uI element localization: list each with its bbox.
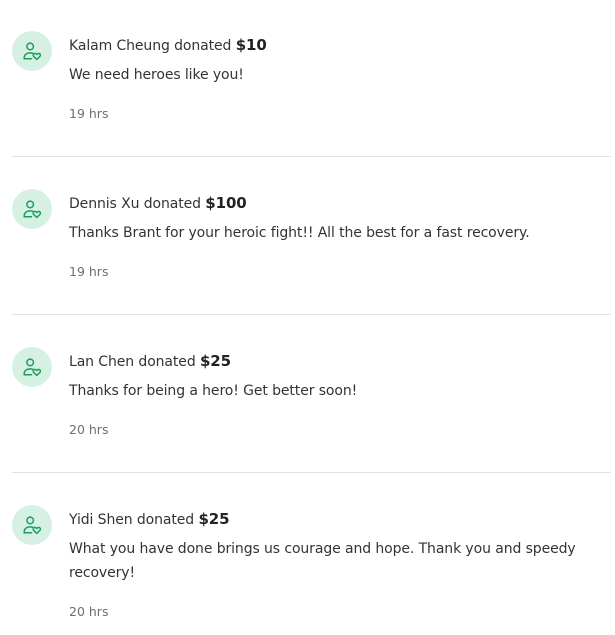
donation-headline: Lan Chen donated $25	[69, 351, 231, 372]
donor-avatar	[12, 347, 52, 387]
donor-heart-icon	[21, 40, 43, 62]
donation-amount: $10	[235, 36, 267, 54]
donation-message: What you have done brings us courage and…	[69, 541, 576, 581]
donor-name: Lan Chen	[69, 354, 135, 370]
donation-amount: $100	[205, 194, 247, 212]
donation-verb: donated	[136, 512, 195, 528]
donation-headline: Yidi Shen donated $25	[69, 509, 230, 530]
donor-avatar	[12, 189, 52, 229]
donor-heart-icon	[21, 356, 43, 378]
divider	[12, 314, 611, 315]
donation-message: We need heroes like you!	[69, 67, 244, 83]
donation-verb: donated	[174, 38, 232, 54]
donor-avatar	[12, 505, 52, 545]
donation-amount: $25	[199, 352, 231, 370]
donation-time: 20 hrs	[69, 422, 109, 437]
donation-time: 19 hrs	[69, 264, 109, 279]
donation-verb: donated	[143, 196, 201, 212]
donations-list: Kalam Cheung donated $10 We need heroes …	[0, 0, 615, 635]
donation-headline: Kalam Cheung donated $10	[69, 35, 267, 56]
divider	[12, 156, 611, 157]
divider	[12, 472, 611, 473]
donation-message: Thanks Brant for your heroic fight!! All…	[69, 225, 530, 241]
donation-message: Thanks for being a hero! Get better soon…	[69, 383, 358, 399]
donor-avatar	[12, 31, 52, 71]
donor-name: Dennis Xu	[69, 196, 140, 212]
donation-time: 19 hrs	[69, 106, 109, 121]
donor-name: Yidi Shen	[69, 512, 133, 528]
donation-time: 20 hrs	[69, 604, 109, 619]
donation-amount: $25	[198, 510, 230, 528]
donation-verb: donated	[138, 354, 196, 370]
donation-headline: Dennis Xu donated $100	[69, 193, 247, 214]
donor-name: Kalam Cheung	[69, 38, 170, 54]
donor-heart-icon	[21, 198, 43, 220]
donor-heart-icon	[21, 514, 43, 536]
